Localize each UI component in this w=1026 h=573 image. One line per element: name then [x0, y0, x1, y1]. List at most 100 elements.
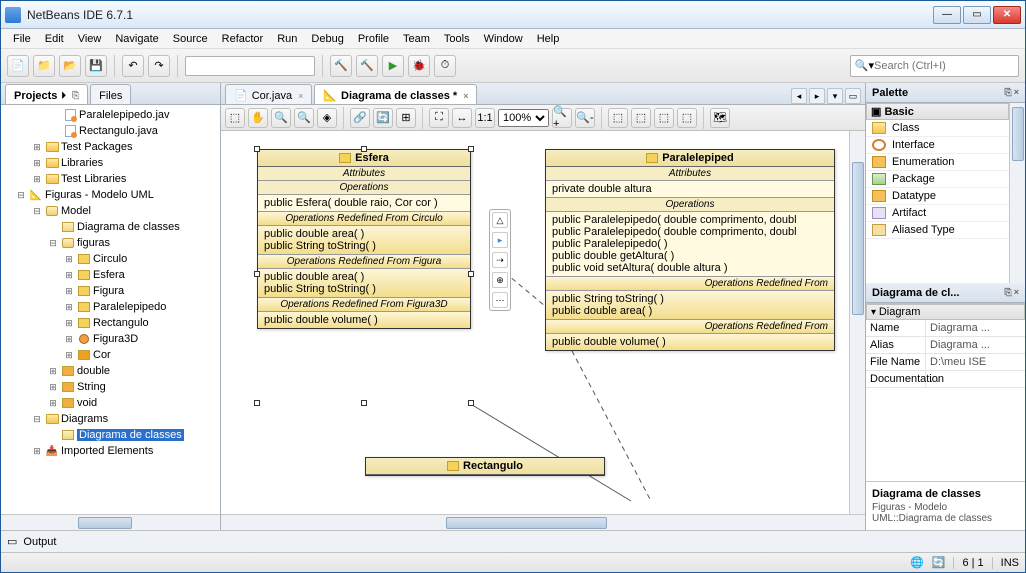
- prop-value[interactable]: Diagrama ...: [926, 320, 1025, 336]
- tree-item[interactable]: Esfera: [93, 269, 125, 281]
- run-button[interactable]: ▶: [382, 55, 404, 77]
- palette-group-basic[interactable]: ▣ Basic: [866, 103, 1009, 120]
- close-button[interactable]: ✕: [993, 6, 1021, 24]
- tree-item[interactable]: Figuras - Modelo UML: [45, 189, 154, 201]
- debug-button[interactable]: 🐞: [408, 55, 430, 77]
- palette-item-package[interactable]: Package: [866, 171, 1009, 188]
- ctx-generalization[interactable]: △: [492, 212, 508, 228]
- zoom-in[interactable]: 🔍+: [552, 108, 572, 128]
- search-box[interactable]: 🔍▾: [850, 55, 1019, 77]
- expand-button[interactable]: ⊞: [396, 108, 416, 128]
- tree-item[interactable]: Model: [61, 205, 91, 217]
- rel-discovery[interactable]: 🔗: [350, 108, 370, 128]
- palette-item-aliased[interactable]: Aliased Type: [866, 222, 1009, 239]
- layout-2[interactable]: ⬚: [631, 108, 651, 128]
- output-strip[interactable]: ▭ Output: [1, 530, 1025, 552]
- menu-team[interactable]: Team: [397, 31, 436, 47]
- fit-width[interactable]: ↔: [452, 108, 472, 128]
- menu-navigate[interactable]: Navigate: [109, 31, 164, 47]
- menu-source[interactable]: Source: [167, 31, 214, 47]
- select-tool[interactable]: ⬚: [225, 108, 245, 128]
- tree-h-scroll[interactable]: [1, 514, 220, 530]
- uml-class-rectangulo[interactable]: Rectangulo: [365, 457, 605, 476]
- prop-value[interactable]: D:\meu ISE: [926, 354, 1025, 370]
- undo-button[interactable]: ↶: [122, 55, 144, 77]
- menu-refactor[interactable]: Refactor: [216, 31, 270, 47]
- pan-tool[interactable]: ✋: [248, 108, 268, 128]
- pin-icon[interactable]: ⎘: [72, 90, 79, 101]
- tree-item[interactable]: Diagrams: [61, 413, 108, 425]
- ctx-nested[interactable]: ⊕: [492, 272, 508, 288]
- prop-group[interactable]: ▾ Diagram: [866, 304, 1025, 320]
- palette-item-artifact[interactable]: Artifact: [866, 205, 1009, 222]
- uml-class-paralelepipedo[interactable]: Paralelepiped Attributes private double …: [545, 149, 835, 351]
- palette-item-datatype[interactable]: Datatype: [866, 188, 1009, 205]
- interactive-zoom[interactable]: 🔍: [294, 108, 314, 128]
- layout-3[interactable]: ⬚: [654, 108, 674, 128]
- tab-scroll-right[interactable]: ▸: [809, 88, 825, 104]
- tab-list-button[interactable]: ▾: [827, 88, 843, 104]
- zoom-marquee[interactable]: 🔍: [271, 108, 291, 128]
- menu-window[interactable]: Window: [478, 31, 529, 47]
- palette-v-scroll[interactable]: [1009, 103, 1025, 283]
- profile-button[interactable]: ⏱: [434, 55, 456, 77]
- close-icon[interactable]: ×: [1014, 87, 1019, 98]
- tree-item[interactable]: Test Packages: [61, 141, 133, 153]
- open-button[interactable]: 📂: [59, 55, 81, 77]
- project-tree[interactable]: Paralelepipedo.jav Rectangulo.java ⊞Test…: [1, 105, 220, 514]
- overview-button[interactable]: 🗺: [710, 108, 730, 128]
- menu-run[interactable]: Run: [271, 31, 303, 47]
- tree-item[interactable]: figuras: [77, 237, 110, 249]
- prop-value[interactable]: ...: [926, 371, 1025, 387]
- pin-icon[interactable]: ⎘: [1005, 287, 1012, 298]
- canvas-h-scroll[interactable]: [221, 514, 865, 530]
- tab-scroll-left[interactable]: ◂: [791, 88, 807, 104]
- tree-item[interactable]: Paralelepipedo: [93, 301, 166, 313]
- menu-profile[interactable]: Profile: [352, 31, 395, 47]
- tree-item[interactable]: String: [77, 381, 106, 393]
- tab-diagram[interactable]: 📐Diagrama de classes *×: [314, 84, 477, 104]
- pin-icon[interactable]: ⎘: [1005, 87, 1012, 98]
- tab-files[interactable]: Files: [90, 84, 131, 104]
- ctx-more[interactable]: ⋯: [492, 292, 508, 308]
- menu-file[interactable]: File: [7, 31, 37, 47]
- save-all-button[interactable]: 💾: [85, 55, 107, 77]
- new-file-button[interactable]: 📄: [7, 55, 29, 77]
- palette-item-class[interactable]: Class: [866, 120, 1009, 137]
- clean-build-button[interactable]: 🔨: [356, 55, 378, 77]
- palette-item-enum[interactable]: Enumeration: [866, 154, 1009, 171]
- menu-debug[interactable]: Debug: [305, 31, 349, 47]
- diagram-canvas[interactable]: Esfera Attributes Operations public Esfe…: [221, 131, 849, 514]
- config-combo[interactable]: [185, 56, 315, 76]
- sync-button[interactable]: 🔄: [373, 108, 393, 128]
- tree-item[interactable]: Cor: [93, 349, 111, 361]
- context-palette[interactable]: △ ▸ ⇢ ⊕ ⋯: [489, 209, 511, 311]
- search-input[interactable]: [874, 60, 1014, 72]
- tree-item[interactable]: Imported Elements: [61, 445, 153, 457]
- tree-item[interactable]: Test Libraries: [61, 173, 126, 185]
- fit-window[interactable]: ⛶: [429, 108, 449, 128]
- build-button[interactable]: 🔨: [330, 55, 352, 77]
- tab-max-button[interactable]: ▭: [845, 88, 861, 104]
- menu-edit[interactable]: Edit: [39, 31, 70, 47]
- zoom-1-1[interactable]: 1:1: [475, 108, 495, 128]
- menu-help[interactable]: Help: [531, 31, 566, 47]
- layout-4[interactable]: ⬚: [677, 108, 697, 128]
- tree-item[interactable]: Libraries: [61, 157, 103, 169]
- zoom-out[interactable]: 🔍-: [575, 108, 595, 128]
- layout-1[interactable]: ⬚: [608, 108, 628, 128]
- tree-item[interactable]: Paralelepipedo.jav: [79, 109, 170, 121]
- redo-button[interactable]: ↷: [148, 55, 170, 77]
- tab-projects[interactable]: Projects⏵⎘: [5, 84, 88, 104]
- menu-tools[interactable]: Tools: [438, 31, 476, 47]
- canvas-v-scroll[interactable]: [849, 131, 865, 514]
- tree-item[interactable]: Rectangulo.java: [79, 125, 158, 137]
- tab-cor-java[interactable]: 📄Cor.java×: [225, 84, 312, 104]
- uml-class-esfera[interactable]: Esfera Attributes Operations public Esfe…: [257, 149, 471, 329]
- nav-link[interactable]: ◈: [317, 108, 337, 128]
- close-tab-icon[interactable]: ×: [463, 91, 468, 101]
- tree-item[interactable]: void: [77, 397, 97, 409]
- tree-item[interactable]: Figura: [93, 285, 124, 297]
- tree-item[interactable]: Circulo: [93, 253, 127, 265]
- maximize-button[interactable]: ▭: [963, 6, 991, 24]
